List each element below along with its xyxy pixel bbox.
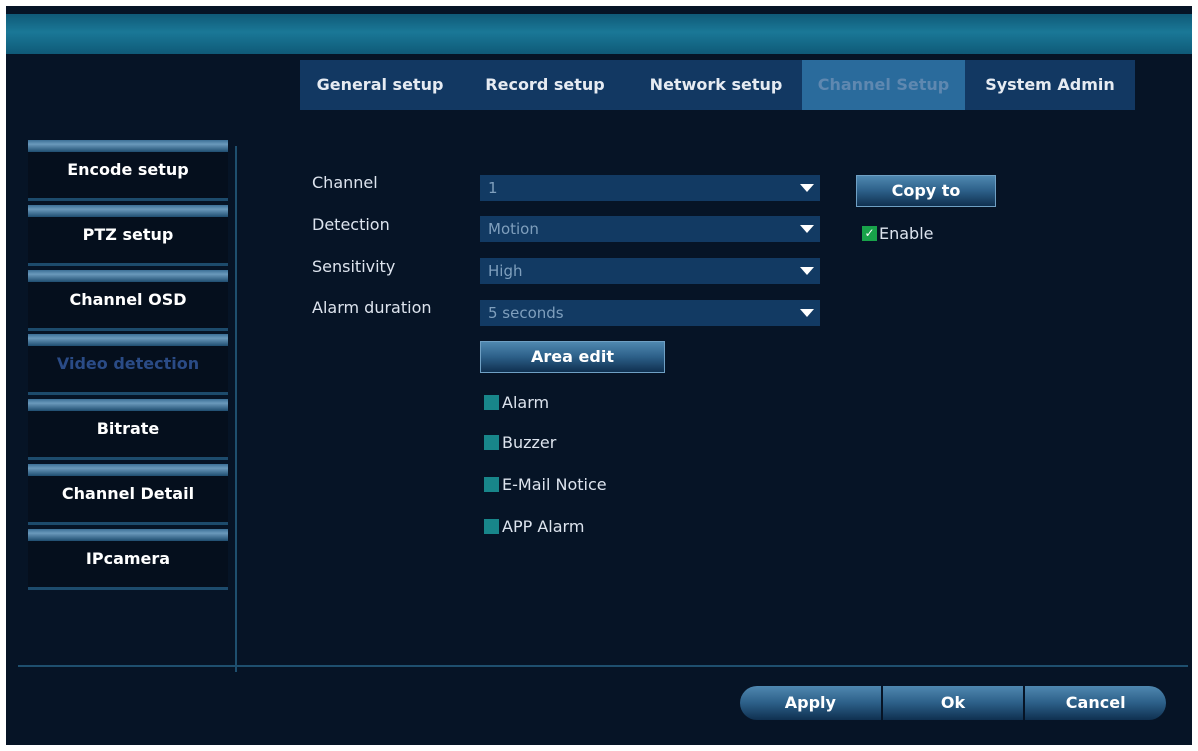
- cancel-button[interactable]: Cancel: [1025, 686, 1167, 720]
- tab-channel-setup[interactable]: Channel Setup: [802, 60, 965, 110]
- channel-select[interactable]: 1: [480, 175, 820, 201]
- chevron-down-icon: [800, 309, 814, 317]
- enable-label: Enable: [879, 224, 934, 243]
- sensitivity-value: High: [488, 262, 523, 280]
- copy-to-button[interactable]: Copy to: [856, 175, 996, 207]
- ok-button[interactable]: Ok: [882, 686, 1026, 720]
- sidebar-divider: [235, 146, 237, 672]
- email-notice-checkbox[interactable]: E-Mail Notice: [484, 472, 607, 496]
- enable-checkbox[interactable]: ✓ Enable: [862, 224, 934, 243]
- checkbox-box: [484, 518, 499, 534]
- tab-bar: General setup Record setup Network setup…: [300, 60, 1135, 110]
- alarm-duration-label: Alarm duration: [312, 298, 432, 317]
- sidebar-item-channel-detail[interactable]: Channel Detail: [28, 464, 228, 525]
- check-icon: ✓: [862, 226, 877, 241]
- footer-button-group: Apply Ok Cancel: [740, 686, 1167, 720]
- tab-system-admin[interactable]: System Admin: [965, 60, 1135, 110]
- sidebar-item-video-detection[interactable]: Video detection: [28, 334, 228, 395]
- footer-divider: [18, 665, 1188, 667]
- chevron-down-icon: [800, 225, 814, 233]
- alarm-duration-value: 5 seconds: [488, 304, 564, 322]
- buzzer-checkbox[interactable]: Buzzer: [484, 430, 556, 454]
- sidebar-item-encode-setup[interactable]: Encode setup: [28, 140, 228, 201]
- nvr-settings-window: General setup Record setup Network setup…: [6, 6, 1192, 745]
- sidebar-item-ipcamera[interactable]: IPcamera: [28, 529, 228, 590]
- alarm-duration-select[interactable]: 5 seconds: [480, 300, 820, 326]
- app-alarm-checkbox[interactable]: APP Alarm: [484, 514, 584, 538]
- buzzer-label: Buzzer: [502, 432, 557, 452]
- checkbox-box: [484, 434, 499, 450]
- apply-button[interactable]: Apply: [740, 686, 883, 720]
- detection-value: Motion: [488, 220, 539, 238]
- channel-label: Channel: [312, 173, 378, 192]
- detection-label: Detection: [312, 215, 390, 234]
- channel-value: 1: [488, 179, 498, 197]
- alarm-checkbox[interactable]: Alarm: [484, 390, 549, 414]
- area-edit-button[interactable]: Area edit: [480, 341, 665, 373]
- email-notice-label: E-Mail Notice: [502, 474, 607, 494]
- sidebar-item-ptz-setup[interactable]: PTZ setup: [28, 205, 228, 266]
- sidebar-item-bitrate[interactable]: Bitrate: [28, 399, 228, 460]
- detection-select[interactable]: Motion: [480, 216, 820, 242]
- app-alarm-label: APP Alarm: [502, 516, 585, 536]
- title-bar: [6, 14, 1192, 54]
- tab-record-setup[interactable]: Record setup: [460, 60, 630, 110]
- checkbox-box: [484, 394, 499, 410]
- tab-network-setup[interactable]: Network setup: [630, 60, 802, 110]
- checkbox-box: [484, 476, 499, 492]
- alarm-label: Alarm: [502, 392, 550, 412]
- sensitivity-label: Sensitivity: [312, 257, 396, 276]
- chevron-down-icon: [800, 184, 814, 192]
- sidebar-item-channel-osd[interactable]: Channel OSD: [28, 270, 228, 331]
- sensitivity-select[interactable]: High: [480, 258, 820, 284]
- chevron-down-icon: [800, 267, 814, 275]
- tab-general-setup[interactable]: General setup: [300, 60, 460, 110]
